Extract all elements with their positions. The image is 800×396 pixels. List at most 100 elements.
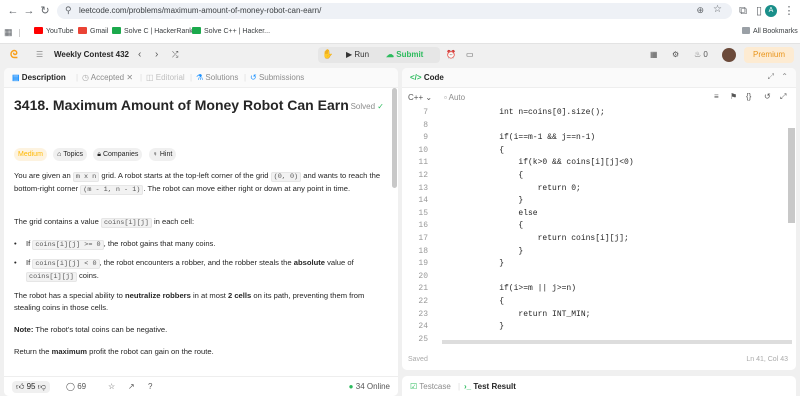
code-line[interactable]: } <box>480 259 504 268</box>
code-line[interactable]: } <box>480 322 504 331</box>
braces-icon[interactable]: {} <box>746 92 751 101</box>
editor-status-bar: Saved Ln 41, Col 43 <box>402 354 796 368</box>
thumbs-down-icon[interactable]: 👎︎ <box>38 382 46 391</box>
topics-tag[interactable]: ⌂ Topics <box>53 148 88 161</box>
code-icon: </> <box>410 73 422 82</box>
prev-problem-icon[interactable]: ‹ <box>138 48 141 62</box>
address-bar[interactable]: ⚲ leetcode.com/problems/maximum-amount-o… <box>57 3 732 19</box>
fire-icon: ♨ <box>694 50 702 59</box>
code-line[interactable]: { <box>480 146 504 155</box>
tab-submissions[interactable]: ↺ Submissions <box>250 73 304 83</box>
language-select[interactable]: C++ ⌄ <box>408 93 432 102</box>
run-button[interactable]: ▶ Run <box>346 50 369 59</box>
submit-button[interactable]: ☁ Submit <box>386 50 423 59</box>
code-line[interactable]: if(i==m-1 && j==n-1) <box>480 133 595 142</box>
close-tab-icon[interactable]: ✕ <box>126 73 133 82</box>
tab-test-result[interactable]: ›_ Test Result <box>464 382 516 391</box>
menu-icon[interactable]: ⋮ <box>782 4 796 18</box>
help-icon[interactable]: ? <box>148 382 152 391</box>
bullet-robber: • If coins[i][j] < 0, the robot encounter… <box>14 258 354 282</box>
tab-editorial[interactable]: ◫ Editorial <box>146 73 185 83</box>
companies-tag[interactable]: 🔒︎ Companies <box>93 148 143 161</box>
code-editor[interactable]: 7 int n=coins[0].size(); 8 9 if(i==m-1 && … <box>402 108 796 346</box>
code-line[interactable]: { <box>480 221 523 230</box>
bookmark-icon[interactable]: ⚑ <box>730 92 737 101</box>
site-info-icon[interactable]: ⚲ <box>65 5 72 16</box>
contest-title[interactable]: Weekly Contest 432 <box>54 48 129 62</box>
sidepanel-icon[interactable]: ▯ <box>752 4 766 18</box>
collapse-icon[interactable]: ⌃ <box>781 72 788 81</box>
shuffle-icon[interactable]: ⤮ <box>172 48 178 62</box>
editor-scrollbar[interactable] <box>788 128 795 223</box>
like-button[interactable]: 👍︎ 95 👎︎ <box>12 381 50 393</box>
fullscreen-icon[interactable]: ⤢ <box>780 92 786 102</box>
bookmark-hackerrank-c[interactable]: Solve C | HackerRank <box>112 26 193 38</box>
history-icon: ↺ <box>250 73 257 82</box>
line-number: 12 <box>418 171 428 180</box>
problem-list-icon[interactable]: ☰ <box>36 48 43 62</box>
user-avatar[interactable] <box>722 48 736 62</box>
code-line[interactable]: return INT_MIN; <box>480 310 590 319</box>
tab-description[interactable]: ▤ Description <box>12 73 66 83</box>
line-number: 14 <box>418 196 428 206</box>
settings-icon[interactable]: ⚙ <box>672 48 679 62</box>
paragraph-return: Return the maximum profit the robot can … <box>14 347 214 356</box>
bookmark-youtube[interactable]: YouTube <box>34 26 74 38</box>
code-line[interactable]: { <box>480 171 523 180</box>
layout-icon[interactable]: ▦ <box>650 48 658 62</box>
streak-counter[interactable]: ♨ 0 <box>694 48 708 62</box>
problem-title[interactable]: 3418. Maximum Amount of Money Robot Can … <box>14 96 384 114</box>
extensions-icon[interactable]: ⧉ <box>736 4 750 18</box>
bookmark-hackerrank-cpp[interactable]: Solve C++ | Hacker... <box>192 26 270 38</box>
tag-icon: ⌂ <box>57 151 62 158</box>
bookmark-label: Solve C++ | Hacker... <box>204 28 271 35</box>
next-problem-icon[interactable]: › <box>155 48 158 62</box>
hint-tag[interactable]: ♀ Hint <box>148 148 177 161</box>
description-scrollbar[interactable] <box>392 88 397 188</box>
favorite-star-icon[interactable]: ☆ <box>108 382 115 391</box>
timer-icon[interactable]: ⏰ <box>446 48 456 62</box>
forward-icon[interactable]: → <box>22 4 36 18</box>
share-icon[interactable]: ↗ <box>128 382 135 391</box>
autocomplete-toggle[interactable]: ▫ Auto <box>444 93 465 102</box>
format-icon[interactable]: ≡ <box>714 92 719 101</box>
leetcode-logo-icon[interactable]: ᘓ <box>10 48 18 62</box>
bookmark-gmail[interactable]: Gmail <box>78 26 108 38</box>
code-line[interactable]: if(k>0 && coins[i][j]<0) <box>480 158 633 167</box>
reset-icon[interactable]: ↺ <box>764 92 771 101</box>
zoom-icon[interactable]: ⊕ <box>696 5 704 16</box>
description-footer: 👍︎ 95 👎︎ ◯ 69 ☆ ↗ ? ● 34 Online <box>4 376 398 396</box>
code-line[interactable]: } <box>480 247 523 256</box>
premium-button[interactable]: Premium <box>744 47 794 63</box>
code-line[interactable]: if(i>=m || j>=n) <box>480 284 576 293</box>
tab-label: Description <box>21 73 66 82</box>
tab-solutions[interactable]: ⚗ Solutions <box>196 73 238 83</box>
code-line[interactable]: } <box>480 196 523 205</box>
code-line[interactable]: { <box>480 297 504 306</box>
flask-icon: ⚗ <box>196 73 204 82</box>
lock-icon: ▫ <box>444 93 447 102</box>
back-icon[interactable]: ← <box>6 4 20 18</box>
code-line[interactable]: else <box>480 209 537 218</box>
code-line[interactable]: return coins[i][j]; <box>480 234 629 243</box>
apps-icon[interactable]: ▦ <box>4 26 13 38</box>
comments-button[interactable]: ◯ 69 <box>66 382 86 391</box>
tab-accepted[interactable]: ◷ Accepted ✕ <box>82 73 133 83</box>
bookmark-star-icon[interactable]: ☆ <box>713 4 722 15</box>
tab-code[interactable]: </> Code <box>410 73 444 82</box>
editor-horizontal-scrollbar[interactable] <box>442 340 792 344</box>
tab-divider: | <box>190 73 193 82</box>
code-tabbar: </> Code ⤢ ⌃ <box>402 68 796 88</box>
all-bookmarks[interactable]: All Bookmarks <box>742 26 798 38</box>
debug-icon[interactable]: ✋ <box>322 49 333 60</box>
notes-icon[interactable]: ▭ <box>466 48 474 62</box>
maximize-icon[interactable]: ⤢ <box>768 72 774 82</box>
lock-icon: 🔒︎ <box>97 151 102 158</box>
profile-avatar[interactable]: A <box>765 5 777 17</box>
reload-icon[interactable]: ↻ <box>38 4 52 18</box>
paragraph-ability: The robot has a special ability to neutr… <box>14 291 365 312</box>
code-line[interactable]: int n=coins[0].size(); <box>480 108 605 117</box>
code-line[interactable]: return 0; <box>480 184 581 193</box>
tab-testcase[interactable]: ☑ Testcase <box>410 382 451 391</box>
line-number: 24 <box>418 322 428 332</box>
